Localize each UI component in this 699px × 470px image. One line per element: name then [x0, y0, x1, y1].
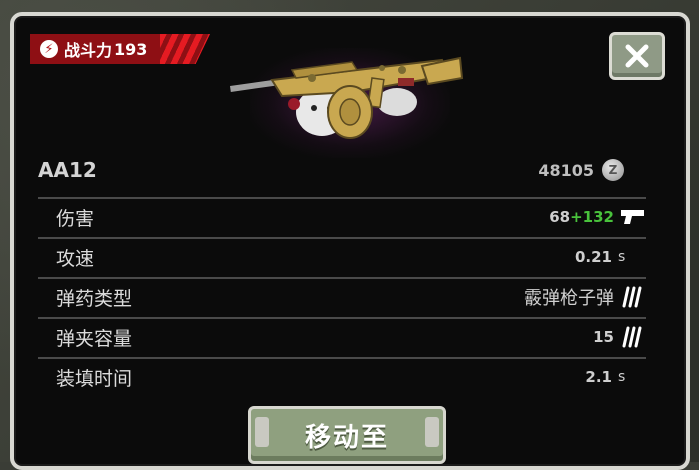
stat-label: 弹夹容量: [56, 327, 133, 350]
close-icon: [625, 44, 649, 68]
ammo-icon: [622, 286, 642, 308]
power-icon: ⚡: [40, 40, 58, 58]
stat-row-magazine-capacity: 弹夹容量 15: [38, 317, 646, 355]
combat-power-label: 战斗力: [64, 41, 113, 60]
ammo-icon: [622, 326, 642, 348]
pistol-icon: [621, 210, 644, 224]
shotgun-image: [229, 56, 464, 139]
stat-value: 霰弹枪子弹: [524, 288, 614, 309]
stat-bonus: +132: [570, 208, 614, 226]
stat-row-damage: 伤害 68 +132: [38, 197, 646, 235]
stat-row-reload-time: 装填时间 2.1 s: [38, 357, 646, 395]
stat-value: 68: [549, 208, 571, 226]
stat-row-ammo-type: 弹药类型 霰弹枪子弹: [38, 277, 646, 315]
button-cap-left: [255, 417, 269, 447]
stat-value: 15: [593, 328, 614, 346]
stat-label: 攻速: [56, 247, 95, 270]
weapon-score: 48105: [538, 160, 594, 180]
weapon-name: AA12: [38, 158, 97, 182]
weapon-header-row: AA12 48105 Z: [38, 152, 624, 188]
move-to-button[interactable]: 移动至: [248, 406, 446, 464]
button-cap-right: [425, 417, 439, 447]
stat-label: 装填时间: [56, 367, 133, 390]
close-button[interactable]: [609, 32, 665, 80]
stat-label: 弹药类型: [56, 287, 133, 310]
stat-unit: s: [618, 249, 626, 265]
coin-icon: Z: [602, 159, 624, 181]
stat-value: 0.21: [574, 248, 612, 266]
move-to-label: 移动至: [304, 422, 389, 453]
combat-power-value: 193: [114, 39, 148, 59]
stat-label: 伤害: [56, 207, 95, 230]
combat-power-badge: ⚡ 战斗力 193: [30, 34, 210, 64]
stat-unit: s: [618, 369, 626, 385]
stat-value: 2.1: [585, 368, 612, 386]
stat-row-attack-speed: 攻速 0.21 s: [38, 237, 646, 275]
